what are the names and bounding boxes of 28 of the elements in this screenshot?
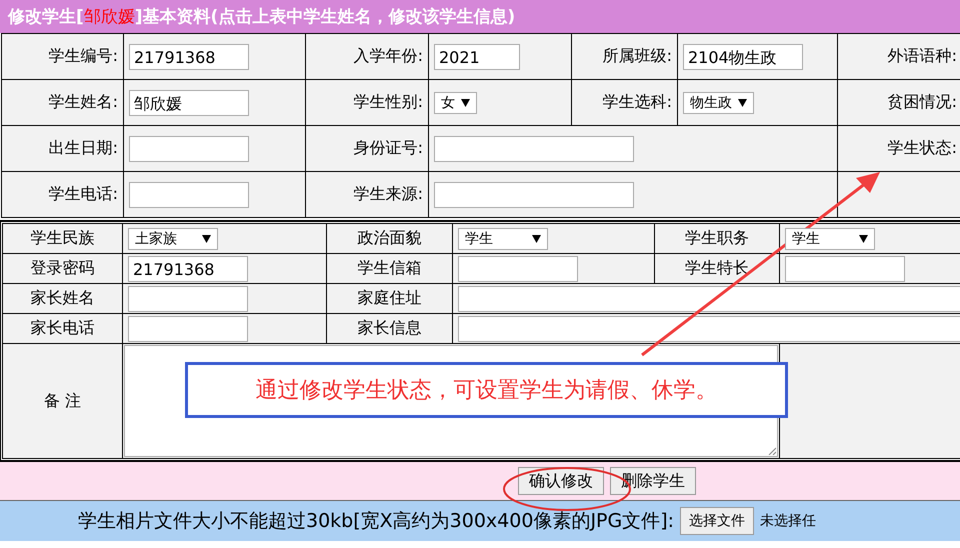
field-label: 学生状态: (888, 138, 957, 157)
field-label: 学生姓名: (48, 92, 118, 111)
field-label: 学生民族 (30, 228, 94, 247)
field-label: 备 注 (44, 390, 82, 410)
field-label: 家长信息 (358, 318, 422, 337)
field-label: 学生选科: (602, 92, 672, 111)
field-label: 登录密码 (30, 258, 94, 277)
form-title: 修改学生[邹欣媛]基本资料(点击上表中学生姓名，修改该学生信息) (8, 6, 516, 28)
field-label: 家庭住址 (358, 288, 422, 307)
field-label: 入学年份: (354, 46, 423, 65)
file-status: 未选择任 (760, 512, 816, 530)
field-label: 所属班级: (602, 46, 672, 65)
field-label: 学生信箱 (358, 258, 422, 277)
field-label: 身份证号: (354, 138, 423, 157)
field-label: 外语语种: (888, 46, 957, 65)
field-label: 贫困情况: (888, 92, 957, 111)
field-label: 出生日期: (48, 138, 118, 157)
field-label: 政治面貌 (358, 228, 422, 247)
field-label: 学生特长 (685, 258, 749, 277)
upload-hint: 学生相片文件大小不能超过30kb[宽X高约为300x400像素的JPG文件]: (78, 509, 674, 534)
field-label: 学生职务 (685, 228, 749, 247)
field-label: 家长姓名 (30, 288, 94, 307)
field-label: 家长电话 (30, 318, 94, 337)
field-label: 学生电话: (48, 184, 118, 203)
field-label: 学生性别: (354, 92, 423, 111)
annotation-tooltip: 通过修改学生状态，可设置学生为请假、休学。 (185, 362, 788, 418)
field-label: 学生编号: (48, 46, 118, 65)
field-label: 学生来源: (354, 184, 423, 203)
